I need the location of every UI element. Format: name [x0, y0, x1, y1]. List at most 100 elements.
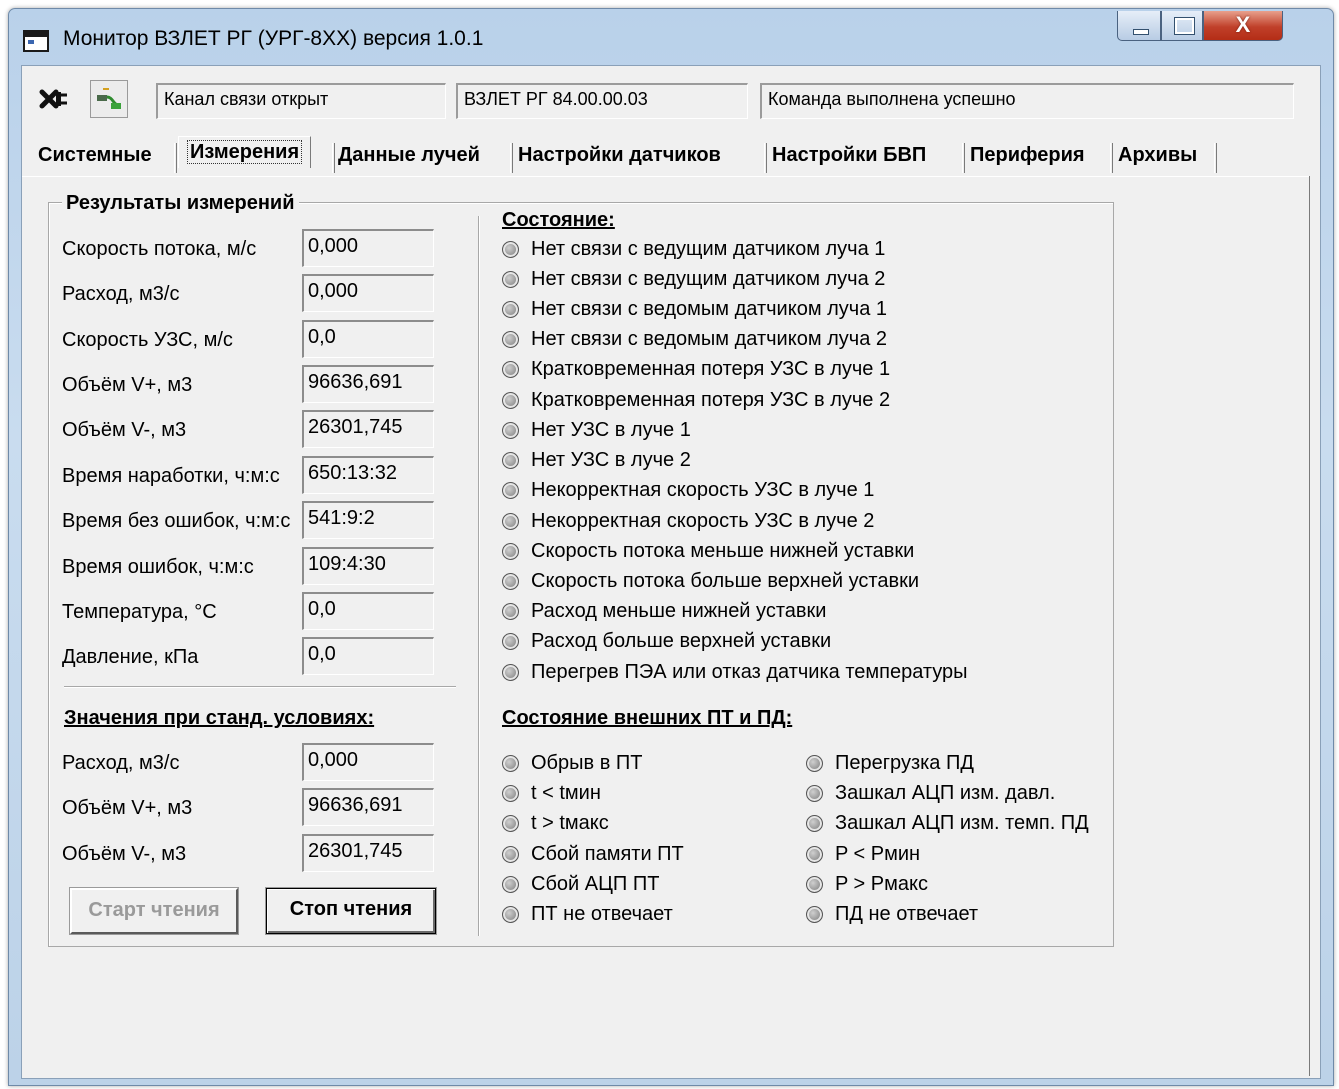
tab-panel-border	[22, 176, 1310, 178]
channel-status-field: Канал связи открыт	[156, 83, 446, 119]
state-item: Нет УЗС в луче 1	[502, 419, 691, 442]
std-volume-minus-label: Объём V-, м3	[62, 843, 187, 865]
status-led-icon	[502, 482, 519, 499]
external-pd-item: Перегрузка ПД	[806, 752, 974, 775]
temperature-field[interactable]: 0,0	[302, 592, 434, 630]
client-area: Канал связи открыт ВЗЛЕТ РГ 84.00.00.03 …	[21, 65, 1321, 1079]
external-item-label: Сбой АЦП ПТ	[531, 873, 660, 895]
std-flow-rate-label: Расход, м3/с	[62, 752, 180, 774]
volume-minus-label: Объём V-, м3	[62, 419, 187, 441]
operating-time-label: Время наработки, ч:м:с	[62, 465, 280, 487]
status-led-icon	[806, 876, 823, 893]
state-item: Перегрев ПЭА или отказ датчика температу…	[502, 661, 968, 684]
app-window-icon	[23, 30, 49, 52]
state-item-label: Расход меньше нижней уставки	[531, 600, 827, 622]
status-led-icon	[806, 846, 823, 863]
volume-plus-label: Объём V+, м3	[62, 374, 193, 396]
state-item: Расход больше верхней уставки	[502, 630, 831, 653]
disconnect-icon	[39, 89, 67, 109]
error-time-field[interactable]: 109:4:30	[302, 547, 434, 585]
status-led-icon	[502, 331, 519, 348]
external-item-label: t < tмин	[531, 782, 601, 804]
tab-measurements-label: Измерения	[187, 140, 303, 164]
status-led-icon	[806, 785, 823, 802]
error-free-time-field[interactable]: 541:9:2	[302, 501, 434, 539]
state-item-label: Нет связи с ведущим датчиком луча 2	[531, 268, 886, 290]
tab-system[interactable]: Системные	[38, 144, 152, 167]
external-pt-item: Сбой АЦП ПТ	[502, 873, 659, 896]
disconnect-button[interactable]	[36, 80, 74, 118]
tab-archives[interactable]: Архивы	[1118, 144, 1197, 167]
std-volume-plus-field[interactable]: 96636,691	[302, 788, 434, 826]
measurements-group-title: Результаты измерений	[62, 192, 299, 215]
external-item-label: P < Pмин	[835, 843, 921, 865]
app-window: Монитор ВЗЛЕТ РГ (УРГ-8XX) версия 1.0.1 …	[8, 8, 1334, 1086]
connect-button[interactable]	[90, 80, 128, 118]
state-item: Скорость потока больше верхней уставки	[502, 570, 919, 593]
state-item-label: Нет связи с ведомым датчиком луча 1	[531, 298, 888, 320]
tab-panel-right-border	[1308, 176, 1310, 1076]
state-item-label: Расход больше верхней уставки	[531, 630, 832, 652]
external-pd-item: Зашкал АЦП изм. давл.	[806, 782, 1055, 805]
pressure-label: Давление, кПа	[62, 646, 199, 668]
status-led-icon	[502, 392, 519, 409]
state-item-label: Некорректная скорость УЗС в луче 2	[531, 510, 875, 532]
state-item: Некорректная скорость УЗС в луче 2	[502, 510, 874, 533]
status-led-icon	[502, 241, 519, 258]
state-item: Некорректная скорость УЗС в луче 1	[502, 479, 874, 502]
state-heading: Состояние:	[502, 209, 615, 231]
external-item-label: Обрыв в ПТ	[531, 752, 643, 774]
status-led-icon	[502, 633, 519, 650]
status-led-icon	[502, 573, 519, 590]
std-flow-rate-field[interactable]: 0,000	[302, 743, 434, 781]
tab-peripherals[interactable]: Периферия	[970, 144, 1085, 167]
stop-reading-button[interactable]: Стоп чтения	[265, 887, 437, 935]
maximize-button[interactable]	[1161, 11, 1203, 41]
close-button[interactable]: X	[1203, 11, 1283, 41]
vertical-separator	[478, 216, 480, 936]
minimize-button[interactable]	[1117, 11, 1161, 41]
connect-icon	[97, 88, 121, 109]
state-item: Кратковременная потеря УЗС в луче 2	[502, 389, 890, 412]
external-pd-item: Зашкал АЦП изм. темп. ПД	[806, 812, 1089, 835]
tab-sensor-settings[interactable]: Настройки датчиков	[518, 144, 721, 167]
flow-rate-field[interactable]: 0,000	[302, 274, 434, 312]
usw-speed-field[interactable]: 0,0	[302, 320, 434, 358]
horizontal-separator	[64, 686, 456, 688]
title-bar[interactable]: Монитор ВЗЛЕТ РГ (УРГ-8XX) версия 1.0.1 …	[9, 9, 1333, 65]
external-item-label: P > Pмакс	[835, 873, 928, 895]
state-item-label: Скорость потока меньше нижней уставки	[531, 540, 915, 562]
external-item-label: t > tмакс	[531, 812, 609, 834]
state-item-label: Нет УЗС в луче 2	[531, 449, 691, 471]
volume-minus-field[interactable]: 26301,745	[302, 410, 434, 448]
state-item-label: Кратковременная потеря УЗС в луче 2	[531, 389, 891, 411]
status-led-icon	[502, 815, 519, 832]
state-item-label: Нет УЗС в луче 1	[531, 419, 691, 441]
tab-bvp-settings[interactable]: Настройки БВП	[772, 144, 926, 167]
state-item: Нет связи с ведомым датчиком луча 2	[502, 328, 887, 351]
usw-speed-label: Скорость УЗС, м/с	[62, 329, 233, 351]
state-item-label: Перегрев ПЭА или отказ датчика температу…	[531, 661, 968, 683]
status-led-icon	[502, 785, 519, 802]
flow-speed-field[interactable]: 0,000	[302, 229, 434, 267]
operating-time-field[interactable]: 650:13:32	[302, 456, 434, 494]
temperature-label: Температура, °С	[62, 601, 217, 623]
external-item-label: Зашкал АЦП изм. темп. ПД	[835, 812, 1089, 834]
status-led-icon	[502, 876, 519, 893]
state-item-label: Некорректная скорость УЗС в луче 1	[531, 479, 875, 501]
close-icon: X	[1235, 12, 1251, 37]
start-reading-button[interactable]: Старт чтения	[69, 887, 239, 935]
external-pt-item: Обрыв в ПТ	[502, 752, 642, 775]
error-time-label: Время ошибок, ч:м:с	[62, 556, 254, 578]
external-item-label: Сбой памяти ПТ	[531, 843, 684, 865]
volume-plus-field[interactable]: 96636,691	[302, 365, 434, 403]
std-volume-minus-field[interactable]: 26301,745	[302, 834, 434, 872]
tab-measurements[interactable]: Измерения	[178, 136, 312, 168]
external-pd-item: P < Pмин	[806, 843, 920, 866]
std-volume-plus-label: Объём V+, м3	[62, 797, 193, 819]
pressure-field[interactable]: 0,0	[302, 637, 434, 675]
tab-beam-data[interactable]: Данные лучей	[338, 144, 480, 167]
status-led-icon	[502, 543, 519, 560]
external-pt-item: t < tмин	[502, 782, 601, 805]
status-led-icon	[502, 452, 519, 469]
